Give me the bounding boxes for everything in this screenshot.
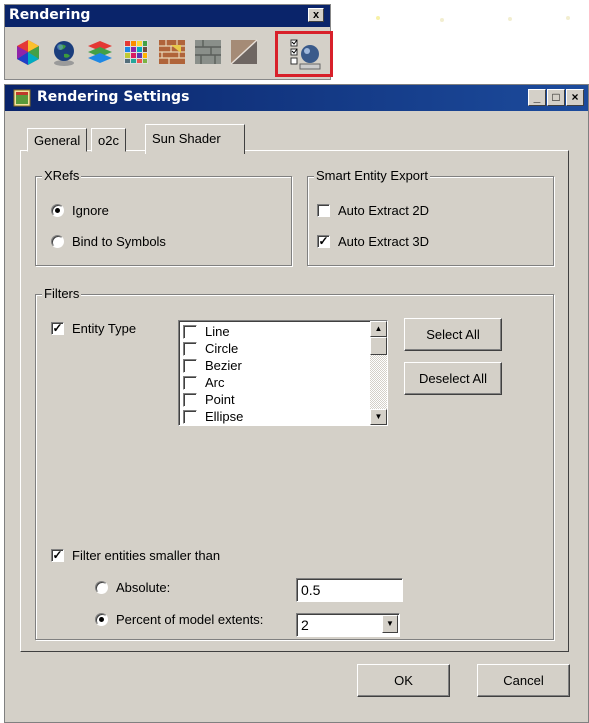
filters-group-label: Filters [42,286,82,301]
percent-extents-radio-button[interactable] [95,613,108,626]
xrefs-group-label: XRefs [42,168,82,183]
auto-extract-2d-option[interactable]: Auto Extract 2D [317,203,429,218]
absolute-radio-button[interactable] [95,581,108,594]
filter-small-entities-checkbox[interactable]: ✓ [51,549,64,562]
tab-sun-shader[interactable]: Sun Shader [145,124,245,154]
list-item-label: Bezier [205,358,242,373]
dialog-title-bar: Rendering Settings [5,85,588,111]
list-item-label: Ellipse [205,409,244,424]
list-item-label: Line [205,324,230,339]
bind-to-symbols-label: Bind to Symbols [72,234,166,249]
list-scrollbar[interactable]: ▲ ▼ [370,321,387,425]
decorative-sparkle [376,16,380,20]
entity-type-checkbox[interactable]: ✓ [51,322,64,335]
auto-extract-2d-label: Auto Extract 2D [338,203,430,218]
ignore-radio[interactable]: Ignore [51,203,109,218]
xrefs-group: XRefs [35,168,292,266]
list-item[interactable]: Ellipse [183,408,243,425]
list-item[interactable]: Bezier [183,357,242,374]
auto-extract-3d-label: Auto Extract 3D [338,234,430,249]
smart-entity-export-label: Smart Entity Export [314,168,430,183]
toolbar-close-button[interactable]: x [308,8,324,22]
decorative-sparkle [566,16,570,20]
absolute-value-field[interactable]: 0.5 [296,578,403,602]
ok-button[interactable]: OK [357,664,450,697]
bind-to-symbols-radio-button[interactable] [51,235,64,248]
list-item-label: Point [205,392,235,407]
list-item-label: Arc [205,375,225,390]
chevron-down-icon[interactable]: ▼ [382,615,398,633]
cancel-button[interactable]: Cancel [477,664,570,697]
smart-entity-export-group: Smart Entity Export [307,168,554,266]
tab-o2c[interactable]: o2c [91,128,126,152]
toolbar-title: Rendering [5,5,330,27]
stone-texture-icon[interactable] [193,37,223,67]
auto-extract-2d-checkbox[interactable] [317,204,330,217]
shading-icon[interactable] [229,37,259,67]
window-controls: _ □ × [528,89,584,107]
percent-extents-radio[interactable]: Percent of model extents: [95,612,263,627]
selected-tool-highlight [275,31,333,77]
absolute-radio[interactable]: Absolute: [95,580,170,595]
ignore-label: Ignore [72,203,109,218]
brick-texture-icon[interactable] [157,37,187,67]
maximize-button[interactable]: □ [547,89,565,106]
absolute-label: Absolute: [116,580,171,595]
select-all-button[interactable]: Select All [404,318,502,351]
list-item[interactable]: Arc [183,374,225,391]
list-item[interactable]: Circle [183,340,238,357]
auto-extract-3d-checkbox[interactable]: ✓ [317,235,330,248]
bind-to-symbols-radio[interactable]: Bind to Symbols [51,234,166,249]
list-item-label: Circle [205,341,239,356]
entity-type-option[interactable]: ✓ Entity Type [51,321,136,336]
deselect-all-button[interactable]: Deselect All [404,362,502,395]
close-button[interactable]: × [566,89,584,106]
entity-type-list[interactable]: Line Circle Bezier Arc Point Ellipse ▲ ▼ [178,320,388,426]
auto-extract-3d-option[interactable]: ✓ Auto Extract 3D [317,234,429,249]
dialog-title: Rendering Settings [37,89,190,105]
filter-small-entities-label: Filter entities smaller than [72,548,221,563]
ignore-radio-button[interactable] [51,204,64,217]
decorative-sparkle [440,18,444,22]
tab-general[interactable]: General [27,128,88,152]
minimize-button[interactable]: _ [528,89,546,106]
filter-small-entities-option[interactable]: ✓ Filter entities smaller than [51,548,220,563]
percent-extents-label: Percent of model extents: [116,612,264,627]
app-icon [13,89,31,107]
rendering-toolbar-window: Rendering x [4,4,333,80]
material-grid-icon[interactable] [121,37,151,67]
percent-value: 2 [301,617,309,633]
entity-type-label: Entity Type [72,321,137,336]
decorative-sparkle [508,17,512,21]
globe-icon[interactable] [49,37,79,67]
toolbar-icon-row [13,31,333,77]
scroll-up-icon[interactable]: ▲ [370,321,387,337]
list-item[interactable]: Point [183,391,235,408]
color-wheel-icon[interactable] [13,37,43,67]
layers-icon[interactable] [85,37,115,67]
scroll-down-icon[interactable]: ▼ [370,409,387,425]
render-settings-icon[interactable] [290,38,322,72]
scroll-thumb[interactable] [370,337,387,355]
list-item[interactable]: Line [183,323,230,340]
percent-value-combo[interactable]: 2 ▼ [296,613,400,637]
